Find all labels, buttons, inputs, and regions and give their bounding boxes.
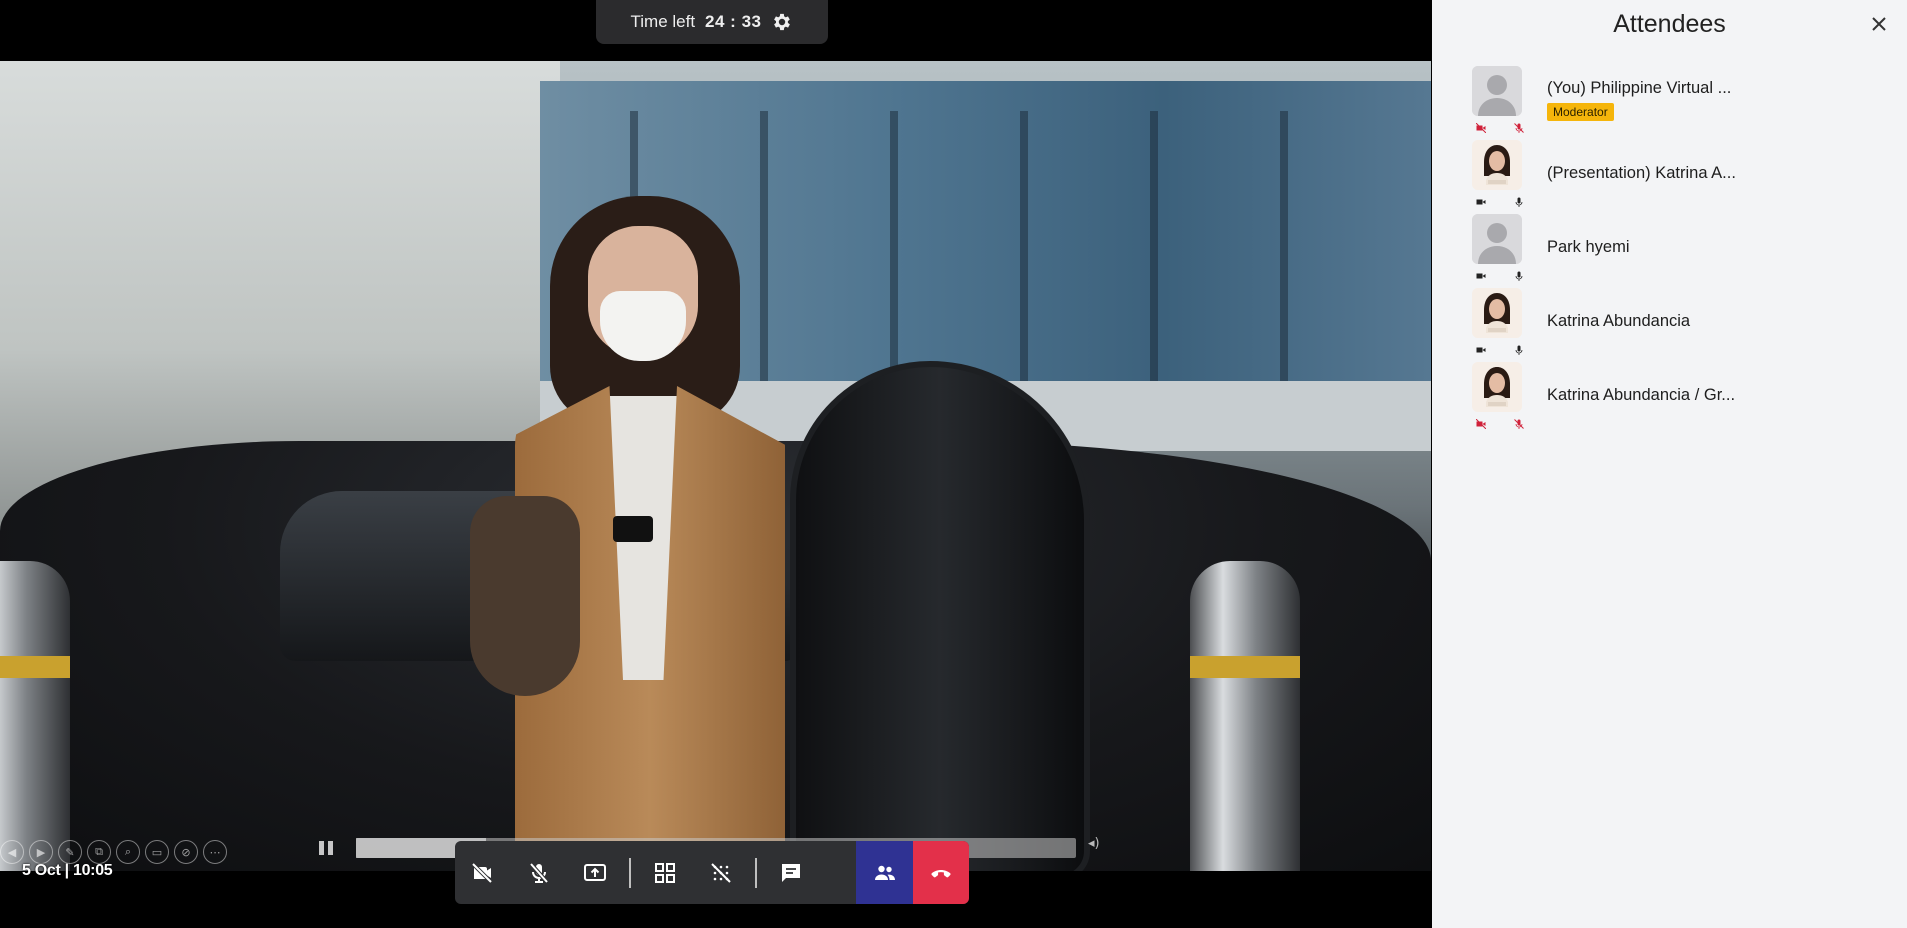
close-icon[interactable] <box>1869 14 1889 34</box>
panel-title: Attendees <box>1613 10 1726 38</box>
attendee-avatar-placeholder <box>1472 214 1522 264</box>
background-effect-icon <box>711 862 731 883</box>
caption-icon[interactable]: ▭ <box>145 840 169 864</box>
attendee-photo-avatar <box>1472 140 1522 190</box>
mic-on-icon <box>1514 192 1524 207</box>
moderator-badge: Moderator <box>1547 103 1614 121</box>
control-separator <box>629 857 631 888</box>
time-left-label: Time left <box>630 12 696 31</box>
attendee-status-icons <box>1476 266 1524 281</box>
grid-layout-icon <box>655 862 675 883</box>
video-scene-bollard <box>0 561 70 871</box>
share-screen-icon <box>584 863 606 881</box>
video-scene-car-door <box>790 361 1090 871</box>
mic-on-icon <box>1514 266 1524 281</box>
attendee-photo-avatar <box>1472 288 1522 338</box>
camera-on-icon <box>1476 340 1486 353</box>
attendee-status-icons <box>1475 414 1524 430</box>
mic-off-icon <box>529 862 549 883</box>
layout-button[interactable] <box>637 841 693 904</box>
camera-off-icon <box>1475 414 1487 430</box>
prev-icon[interactable]: ◀ <box>0 840 24 864</box>
attendee-photo-avatar <box>1472 362 1522 412</box>
attendees-icon <box>874 865 895 880</box>
camera-off-icon <box>471 862 493 883</box>
hang-up-icon <box>931 869 951 877</box>
attendee-row[interactable]: (You) Philippine Virtual ... Moderator <box>1472 66 1892 134</box>
video-scene-person <box>470 196 830 871</box>
pen-icon[interactable]: ✎ <box>58 840 82 864</box>
attendee-name: Katrina Abundancia <box>1547 312 1691 330</box>
chat-button[interactable] <box>763 841 819 904</box>
annotation-toolbar: ◀ ▶ ✎ ⧉ ⌕ ▭ ⊘ ⋯ <box>0 840 227 864</box>
camera-off-icon <box>1475 118 1487 134</box>
control-separator <box>755 857 757 888</box>
attendees-panel: Attendees (You) Philippine Virtual ... Mo… <box>1432 0 1907 928</box>
attendee-row[interactable]: Park hyemi <box>1472 214 1892 282</box>
attendee-name: (Presentation) Katrina A... <box>1547 164 1736 182</box>
meeting-control-bar <box>455 841 969 904</box>
meeting-stage: Time left 24 : 33 ◀ ▶ ✎ ⧉ ⌕ ▭ ⊘ ⋯ ◂) 5 O… <box>0 0 1431 928</box>
attendee-row[interactable]: Katrina Abundancia / Gr... <box>1472 362 1892 430</box>
attendee-name: (You) Philippine Virtual ... <box>1547 79 1732 97</box>
mic-off-icon <box>1514 118 1524 133</box>
time-left-pill: Time left 24 : 33 <box>596 0 828 44</box>
pause-icon[interactable] <box>313 835 339 861</box>
volume-icon[interactable]: ◂) <box>1088 836 1108 856</box>
attendee-row[interactable]: Katrina Abundancia <box>1472 288 1892 356</box>
hang-up-button[interactable] <box>913 841 969 904</box>
camera-toggle-button[interactable] <box>455 841 511 904</box>
video-scene-bollard <box>1190 561 1300 871</box>
hide-video-icon[interactable]: ⊘ <box>174 840 198 864</box>
share-screen-button[interactable] <box>567 841 623 904</box>
zoom-icon[interactable]: ⌕ <box>116 840 140 864</box>
camera-on-icon <box>1476 266 1486 279</box>
play-icon[interactable]: ▶ <box>29 840 53 864</box>
chat-icon <box>782 863 800 882</box>
more-icon[interactable]: ⋯ <box>203 840 227 864</box>
attendee-row[interactable]: (Presentation) Katrina A... <box>1472 140 1892 208</box>
meeting-datetime: 5 Oct | 10:05 <box>22 862 113 879</box>
attendee-status-icons <box>1476 192 1524 207</box>
attendees-button[interactable] <box>856 841 913 904</box>
mic-on-icon <box>1514 340 1524 355</box>
camera-on-icon <box>1476 192 1486 205</box>
mic-toggle-button[interactable] <box>511 841 567 904</box>
copy-icon[interactable]: ⧉ <box>87 840 111 864</box>
background-effect-button[interactable] <box>693 841 749 904</box>
attendee-status-icons <box>1476 340 1524 355</box>
attendee-avatar-placeholder <box>1472 66 1522 116</box>
mic-off-icon <box>1514 414 1524 429</box>
gear-icon[interactable] <box>771 11 793 33</box>
time-left-value: 24 : 33 <box>705 12 762 31</box>
attendee-name: Katrina Abundancia / Gr... <box>1547 386 1736 404</box>
shared-video[interactable] <box>0 61 1431 871</box>
attendee-status-icons <box>1475 118 1524 134</box>
attendee-name: Park hyemi <box>1547 238 1630 256</box>
